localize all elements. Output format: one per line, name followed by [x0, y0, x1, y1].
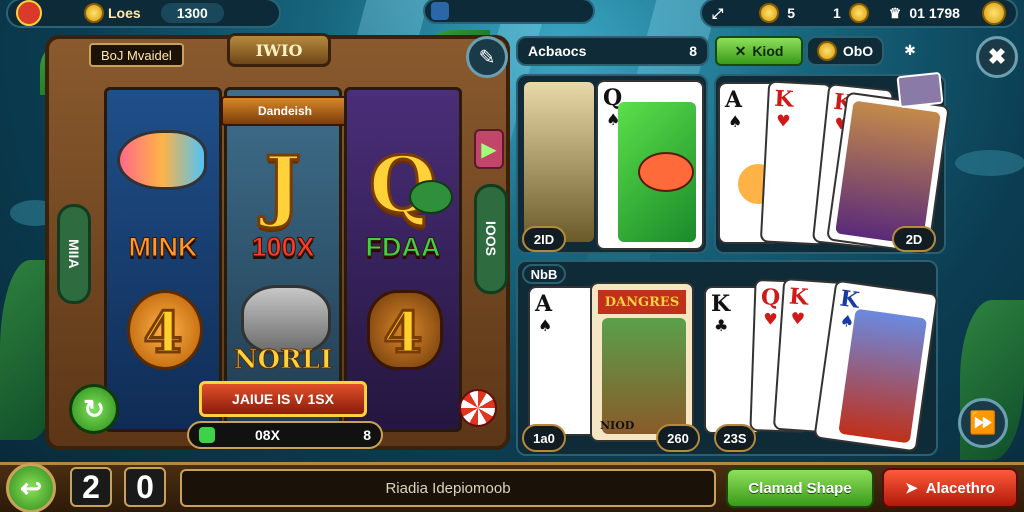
back-button[interactable]: ↩ [6, 463, 56, 512]
explorer-character [524, 82, 594, 242]
fast-forward-button[interactable]: ⏩ [958, 398, 1008, 448]
info-icon[interactable] [431, 2, 449, 20]
card-top-q[interactable]: Q ♠ [596, 80, 704, 250]
top-left-card-panel: Q ♠ 2ID [516, 74, 708, 254]
digit-display-2: 0 [124, 467, 166, 507]
arrow-icon: ➤ [905, 480, 918, 497]
green-action-button[interactable]: Clamad Shape [726, 468, 874, 508]
arrow-right-icon[interactable]: ▶ [474, 129, 504, 169]
coins-pill: ObO [806, 36, 884, 66]
top-right-hud: ⤢ 5 1 ♛ 01 1798 [700, 0, 1018, 28]
bet-count: 8 [363, 427, 371, 443]
trophy-icon: ♛ [888, 4, 902, 21]
add-coins-button[interactable] [981, 1, 1006, 25]
player-name: Acbaocs [528, 43, 587, 59]
ticket-icon [896, 71, 944, 109]
center-label: NORLI [233, 345, 333, 376]
score-display: 01 1798 [909, 5, 960, 21]
reel-1-number: 4 [142, 299, 184, 368]
bonus-value: 1 [833, 5, 841, 21]
player-count: 8 [689, 43, 697, 59]
card-bottom-dangres[interactable]: DANGRES NIOD [590, 282, 694, 442]
gem-icon [199, 427, 215, 443]
coin-icon [759, 3, 780, 23]
bet-display: 08X [255, 427, 280, 443]
brush-button[interactable]: ✎ [466, 36, 508, 78]
top-left-hud: Loes 1300 [6, 0, 281, 28]
logo-label: Loes [108, 5, 141, 21]
x-icon: ✕ [734, 42, 747, 59]
tag-top-left: 2ID [522, 226, 566, 252]
bottom-card-panel: NbB A ♠ DANGRES NIOD K ♣ Q ♥ K ♥ K ♠ 1a0… [516, 260, 939, 456]
card-bottom-k3[interactable]: K ♠ [813, 279, 939, 453]
row-label-1: MINK [128, 232, 198, 263]
section-label: NbB [522, 264, 566, 284]
chip-icon [459, 389, 497, 427]
reel-letter-j: J [263, 139, 303, 233]
red-action-button[interactable]: ➤ Alacethro [882, 468, 1018, 508]
tag-bottom-1: 1a0 [522, 424, 566, 452]
message-bar: Riadia Idepiomoob [180, 469, 716, 507]
close-button[interactable]: ✖ [976, 36, 1018, 78]
fish-symbol [117, 130, 207, 190]
logo-icon[interactable] [16, 0, 42, 26]
top-center-hud [423, 0, 595, 24]
digit-display-1: 2 [70, 467, 112, 507]
tag-bottom-3: 23S [714, 424, 756, 452]
card-bottom-a[interactable]: A ♠ [528, 286, 598, 436]
jackpot-button[interactable]: JAIUE IS V 1SX [199, 381, 367, 417]
background-fish [955, 150, 1024, 176]
kiod-button[interactable]: ✕ Kiod [715, 36, 803, 66]
row-label-3: FDAA [365, 232, 441, 263]
balance-display: 1300 [160, 3, 224, 23]
coin-icon [816, 41, 837, 61]
expand-icon[interactable]: ⤢ [712, 5, 723, 22]
side-label-right[interactable]: IOOS [474, 184, 508, 294]
side-label-left[interactable]: MIIA [57, 204, 91, 304]
bet-display-bar: 08X 8 [187, 421, 383, 449]
count-value: 5 [787, 5, 795, 21]
reel-3-number: 4 [382, 299, 424, 368]
settings-icon[interactable]: ✱ [898, 38, 922, 62]
tag-top-right: 2D [892, 226, 936, 252]
coin-icon [84, 3, 104, 23]
bonus-coin-icon [848, 3, 869, 23]
tag-bottom-2: 260 [656, 424, 700, 452]
spin-refresh-button[interactable]: ↻ [69, 384, 119, 434]
slot-title-tag: BoJ Mvaidel [89, 43, 184, 67]
sub-banner: Dandeish [221, 96, 349, 126]
slot-banner: IWIO [227, 33, 331, 67]
row-label-2: 100X [251, 232, 315, 263]
slot-machine-frame: BoJ Mvaidel IWIO MINK 4 Dandeish J 100X … [45, 33, 510, 450]
player-name-bar: Acbaocs 8 [516, 36, 709, 66]
